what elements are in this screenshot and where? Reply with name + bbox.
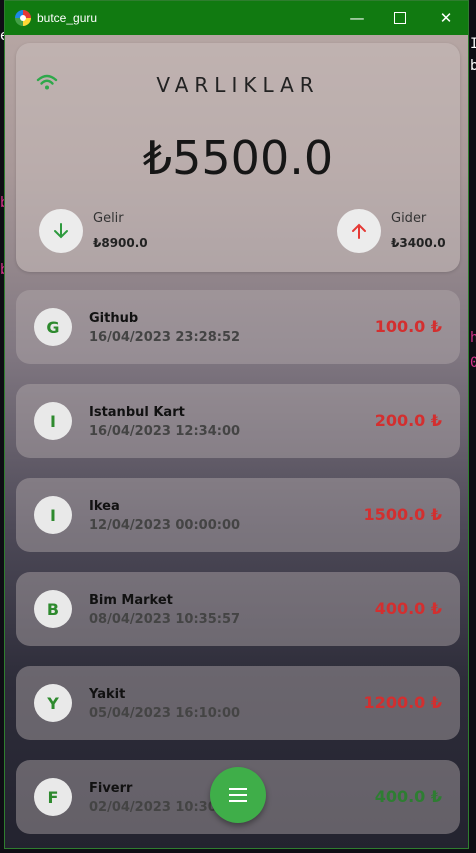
background-text: h <box>470 330 476 346</box>
transaction-avatar: B <box>34 590 72 628</box>
transaction-amount: 400.0 ₺ <box>374 787 442 806</box>
transaction-avatar: Y <box>34 684 72 722</box>
income-amount: ₺8900.0 <box>93 236 148 250</box>
transaction-date: 02/04/2023 10:30: <box>89 800 222 815</box>
transaction-amount: 1500.0 ₺ <box>363 505 442 524</box>
expense-amount: ₺3400.0 <box>391 236 446 250</box>
expense-label: Gider <box>391 211 427 226</box>
transaction-avatar: F <box>34 778 72 816</box>
transaction-date: 05/04/2023 16:10:00 <box>89 706 241 721</box>
maximize-icon <box>394 12 406 24</box>
transaction-item[interactable]: G Github 16/04/2023 23:28:52 100.0 ₺ <box>16 290 460 364</box>
transaction-date: 16/04/2023 23:28:52 <box>89 330 241 345</box>
summary-card: VARLIKLAR ₺5500.0 Gelir ₺8900.0 Gider ₺3… <box>16 43 460 272</box>
app-window: butce_guru — ✕ VARLIKLAR ₺5500.0 Gelir ₺… <box>4 0 469 849</box>
maximize-button[interactable] <box>377 1 423 35</box>
transaction-date: 12/04/2023 00:00:00 <box>89 518 241 533</box>
income-button[interactable] <box>39 209 83 253</box>
arrow-up-icon <box>352 223 366 239</box>
assets-title: VARLIKLAR <box>156 73 320 97</box>
menu-icon <box>229 788 247 802</box>
transaction-avatar: G <box>34 308 72 346</box>
transaction-item[interactable]: Y Yakit 05/04/2023 16:10:00 1200.0 ₺ <box>16 666 460 740</box>
close-button[interactable]: ✕ <box>423 1 468 35</box>
transaction-avatar: I <box>34 496 72 534</box>
arrow-down-icon <box>54 223 68 239</box>
transaction-name: Fiverr <box>89 781 133 796</box>
transaction-date: 16/04/2023 12:34:00 <box>89 424 241 439</box>
transaction-name: Github <box>89 311 139 326</box>
transaction-item[interactable]: B Bim Market 08/04/2023 10:35:57 400.0 ₺ <box>16 572 460 646</box>
transaction-amount: 400.0 ₺ <box>374 599 442 618</box>
transaction-item[interactable]: I Istanbul Kart 16/04/2023 12:34:00 200.… <box>16 384 460 458</box>
transaction-name: Yakit <box>89 687 126 702</box>
title-bar: butce_guru — ✕ <box>5 1 468 35</box>
total-balance: ₺5500.0 <box>142 131 334 185</box>
close-icon: ✕ <box>439 9 453 27</box>
minimize-button[interactable]: — <box>334 1 380 35</box>
transaction-item[interactable]: I Ikea 12/04/2023 00:00:00 1500.0 ₺ <box>16 478 460 552</box>
app-logo-icon <box>15 10 31 26</box>
window-title: butce_guru <box>37 11 98 25</box>
transaction-date: 08/04/2023 10:35:57 <box>89 612 241 627</box>
background-text: b <box>470 58 476 74</box>
transaction-amount: 100.0 ₺ <box>374 317 442 336</box>
transaction-amount: 200.0 ₺ <box>374 411 442 430</box>
transaction-amount: 1200.0 ₺ <box>363 693 442 712</box>
background-text: 0 <box>470 355 476 371</box>
transaction-name: Bim Market <box>89 593 173 608</box>
minimize-icon: — <box>349 9 365 27</box>
expense-button[interactable] <box>337 209 381 253</box>
transaction-avatar: I <box>34 402 72 440</box>
menu-fab-button[interactable] <box>210 767 266 823</box>
transaction-name: Ikea <box>89 499 120 514</box>
transaction-name: Istanbul Kart <box>89 405 185 420</box>
background-text: I <box>470 36 476 52</box>
income-label: Gelir <box>93 211 124 226</box>
